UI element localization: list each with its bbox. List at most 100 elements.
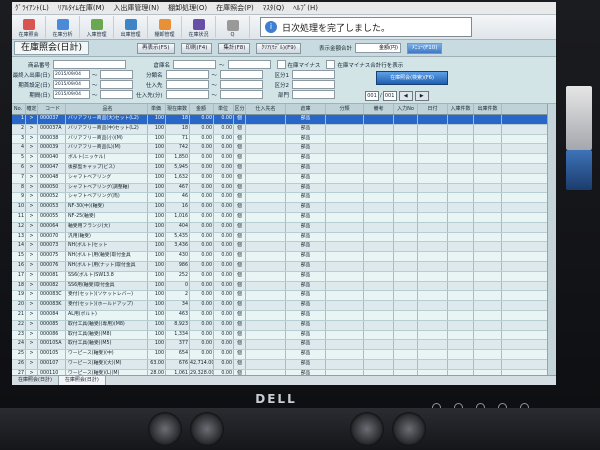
last-io-date-to-input[interactable] bbox=[99, 70, 133, 79]
product-code-input[interactable] bbox=[53, 60, 126, 69]
table-row[interactable]: 14 >000073 NH(ボルト)セット 100 3,436 0.00 0.00 個部品 bbox=[12, 242, 556, 253]
table-row[interactable]: 5 >000040 ボルト(ニッケル) 100 1,850 0.00 0.00 個部品 bbox=[12, 154, 556, 164]
toolbar-button[interactable]: 棚卸管理 bbox=[148, 16, 182, 38]
table-row[interactable]: 12 >000064 軸受用フランジ(大) 100 404 0.00 0.00 個部品 bbox=[12, 222, 556, 233]
column-header[interactable]: 単価 bbox=[148, 104, 166, 114]
table-row[interactable]: 10 >000053 NF-30(中)(軸受) 100 16 0.00 0.00 個部品 bbox=[12, 203, 556, 213]
class1-select[interactable] bbox=[292, 70, 336, 79]
warehouse-input[interactable] bbox=[173, 60, 216, 69]
supplier-to-input[interactable] bbox=[220, 80, 264, 89]
table-cell: 100 bbox=[148, 261, 166, 271]
table-cell: 個 bbox=[234, 134, 246, 144]
table-row[interactable]: 4 >000039 バリアフリー商品(L)(M) 100 742 0.00 0.00 個部品 bbox=[12, 144, 556, 155]
table-row[interactable]: 9 >000052 シャフトベアリング(両) 100 46 0.00 0.00 個部品 bbox=[12, 193, 556, 204]
table-row[interactable]: 24 >000105A 取付工具(軸受)(M5) 100 377 0.00 0.00 個部品 bbox=[12, 340, 556, 351]
table-row[interactable]: 3 >000038 バリアフリー商品(小)(M) 100 71 0.00 0.00 個部品 bbox=[12, 134, 556, 145]
table-cell bbox=[394, 340, 418, 350]
column-header[interactable]: 確定 bbox=[26, 104, 38, 114]
last-io-date-input[interactable]: 2015/09/04 bbox=[53, 70, 90, 79]
table-row[interactable]: 23 >000086 取付工具(軸受)(M8) 100 1,334 0.00 0.00 個部品 bbox=[12, 330, 556, 341]
table-cell bbox=[364, 124, 394, 134]
status-tab-2[interactable]: 在庫照会(日計) bbox=[58, 376, 106, 385]
table-cell bbox=[394, 350, 418, 359]
toolbar-button[interactable]: 入庫管理 bbox=[80, 16, 114, 38]
table-row[interactable]: 8 >000050 シャフトベアリング(調整軸) 100 467 0.00 0.00 個部品 bbox=[12, 183, 556, 194]
toolbar-button[interactable]: Q bbox=[216, 16, 250, 38]
prev-page-icon[interactable]: ◀ bbox=[398, 91, 413, 101]
menu-item[interactable]: 棚卸処理(O) bbox=[168, 4, 207, 12]
column-header[interactable]: 入力No bbox=[394, 104, 418, 114]
aggregate-button[interactable]: 集計(F8) bbox=[218, 42, 251, 54]
warehouse-to-input[interactable] bbox=[227, 60, 271, 69]
table-cell: 個 bbox=[234, 193, 246, 203]
table-row[interactable]: 7 >000048 シャフトベアリング 100 1,632 0.00 0.00 個部品 bbox=[12, 173, 556, 184]
period-input[interactable]: 2015/09/04 bbox=[53, 90, 90, 99]
column-header[interactable]: 現在庫数 bbox=[166, 104, 190, 114]
column-header[interactable]: 入庫件数 bbox=[448, 104, 474, 114]
table-cell: 4 bbox=[12, 144, 26, 154]
table-cell: 000105A bbox=[38, 340, 66, 350]
print-button[interactable]: 印刷(F4) bbox=[180, 42, 213, 54]
table-cell: 8 bbox=[12, 183, 26, 193]
toolbar-button[interactable]: 在庫照会 bbox=[12, 16, 46, 38]
table-row[interactable]: 13 >000070 汎用(軸受) 100 5,435 0.00 0.00 個部品 bbox=[12, 232, 556, 243]
vertical-scrollbar[interactable] bbox=[547, 104, 556, 385]
column-header[interactable]: 出庫件数 bbox=[474, 104, 502, 114]
class2-select[interactable] bbox=[292, 80, 336, 89]
menu-item[interactable]: 入出庫管理(N) bbox=[113, 4, 159, 12]
minus-total-checkbox[interactable] bbox=[326, 60, 336, 69]
column-header[interactable]: 金額 bbox=[190, 104, 214, 114]
menu-button[interactable]: ﾒﾆｭｰ(F10) bbox=[406, 42, 443, 54]
table-row[interactable]: 16 >000076 NH(ボルト)用(ナット)取付金具 100 986 0.00 0.00… bbox=[12, 261, 556, 272]
menu-item[interactable]: ﾘｱﾙﾀｲﾑ在庫(M) bbox=[58, 4, 105, 12]
column-header[interactable]: 仕入先名 bbox=[246, 104, 286, 114]
table-row[interactable]: 26 >000107 ワーピース(軸受)(大)(M) 63.00 676 42,714.0… bbox=[12, 359, 556, 370]
period-start-input[interactable]: 2015/09/04 bbox=[53, 80, 90, 89]
table-row[interactable]: 25 >000105 ワーピース(軸受)(中) 100 654 0.00 0.00 個部品 bbox=[12, 350, 556, 360]
status-tab-1[interactable]: 在庫照会(日計) bbox=[12, 376, 59, 385]
period-to-input[interactable] bbox=[99, 90, 133, 99]
menu-item[interactable]: ｸﾞﾗｲｱﾝﾄ(L) bbox=[15, 4, 49, 12]
toolbar-button[interactable]: 出庫管理 bbox=[114, 16, 148, 38]
column-header[interactable]: 単位 bbox=[214, 104, 234, 114]
period-start-to-input[interactable] bbox=[99, 80, 133, 89]
column-header[interactable]: 区分 bbox=[234, 104, 246, 114]
table-row[interactable]: 21 >000084 AL用(ボルト) 100 463 0.00 0.00 個部品 bbox=[12, 310, 556, 321]
next-page-icon[interactable]: ▶ bbox=[414, 91, 429, 101]
table-row[interactable]: 18 >000082 SS6用(軸受)取付金具 100 0 0.00 0.00 個部品 bbox=[12, 281, 556, 292]
dept-select[interactable] bbox=[292, 90, 336, 99]
toolbar-button[interactable]: 在庫分析 bbox=[46, 16, 80, 38]
clear-button[interactable]: ｸﾘｱ(ﾓﾃﾞﾙ)(F9) bbox=[256, 42, 301, 54]
search-button[interactable]: 在庫照会(検索)(F6) bbox=[376, 71, 448, 85]
refresh-button[interactable]: 再表示(F5) bbox=[137, 42, 175, 54]
column-header[interactable]: No. bbox=[12, 104, 26, 114]
table-cell bbox=[418, 183, 448, 193]
menu-item[interactable]: 在庫照会(P) bbox=[216, 4, 254, 12]
toolbar-button[interactable]: 在庫状況 bbox=[182, 16, 216, 38]
minus-checkbox[interactable] bbox=[276, 60, 286, 69]
supplier-input[interactable] bbox=[165, 80, 209, 89]
table-cell bbox=[448, 193, 474, 203]
table-row[interactable]: 19 >000083C 受付(セット)(ソケットレバー) 100 2 0.00 0.00 個部… bbox=[12, 291, 556, 302]
supplier-group-to-input[interactable] bbox=[220, 90, 264, 99]
column-header[interactable]: 分類 bbox=[326, 104, 364, 114]
table-row[interactable]: 11 >000055 NF-25(軸受) 100 1,016 0.00 0.00 個部品 bbox=[12, 212, 556, 223]
table-row[interactable]: 20 >000083K 受付(セット)(ホールドアップ) 100 34 0.00 0.00 個… bbox=[12, 301, 556, 311]
menu-item[interactable]: ﾍﾙﾌﾟ(H) bbox=[293, 4, 318, 12]
table-row[interactable]: 2 >000037A バリアフリー商品(中)セット(L2) 100 18 0.00 0.00… bbox=[12, 124, 556, 135]
supplier-group-input[interactable] bbox=[165, 90, 209, 99]
table-row[interactable]: 22 >000085 取付工具(軸受)(専用)(M8) 100 8,923 0.00 0.0… bbox=[12, 320, 556, 331]
column-header[interactable]: 備考 bbox=[364, 104, 394, 114]
table-row[interactable]: 17 >000081 SS6(ボルト)SW13.8 100 252 0.00 0.00 個部品 bbox=[12, 271, 556, 282]
column-header[interactable]: 日付 bbox=[418, 104, 448, 114]
category-to-input[interactable] bbox=[220, 70, 264, 79]
column-header[interactable]: 品名 bbox=[66, 104, 148, 114]
page-number[interactable]: 001 bbox=[365, 91, 379, 101]
table-row[interactable]: 1 >000037 バリアフリー商品(大)セット(L2) 100 18 0.00 0.00 個… bbox=[12, 115, 556, 125]
menu-item[interactable]: ﾏｽﾀ(Q) bbox=[263, 4, 284, 12]
category-input[interactable] bbox=[165, 70, 209, 79]
column-header[interactable]: 倉庫 bbox=[286, 104, 326, 114]
table-row[interactable]: 15 >000075 NH(ボルト)用(軸受)取付金具 100 430 0.00 0.00 個… bbox=[12, 252, 556, 262]
column-header[interactable]: コード bbox=[38, 104, 66, 114]
table-row[interactable]: 6 >000047 後部型キャップ(ビス) 100 5,945 0.00 0.00 個部品 bbox=[12, 163, 556, 174]
